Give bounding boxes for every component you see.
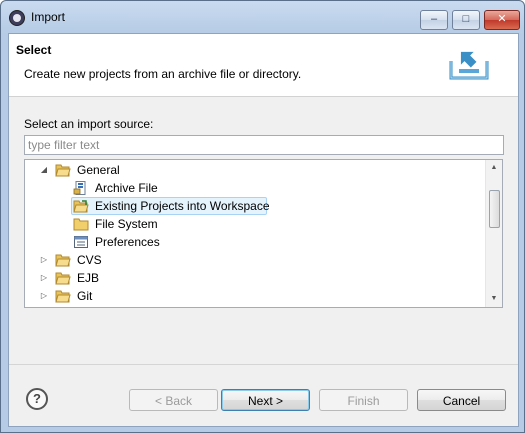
filter-input[interactable] — [24, 135, 504, 155]
title-bar[interactable]: Import – □ ✕ — [1, 1, 524, 33]
tree-item-general[interactable]: ◢ General — [25, 161, 225, 179]
tree-item-ejb[interactable]: ▷ EJB — [25, 269, 225, 287]
import-window: Import – □ ✕ Select Create new projects … — [0, 0, 525, 433]
import-source-tree[interactable]: ◢ General Archive File Existing Projects… — [24, 159, 503, 308]
tree-scrollbar[interactable]: ▲ ▼ — [485, 160, 502, 307]
tree-item-label: File System — [95, 217, 158, 231]
collapsed-arrow-icon[interactable]: ▷ — [39, 269, 49, 287]
tree-item-git[interactable]: ▷ Git — [25, 287, 225, 305]
minimize-button[interactable]: – — [420, 10, 448, 30]
folder-icon — [55, 272, 71, 285]
tree-item-existing-projects[interactable]: Existing Projects into Workspace — [71, 197, 270, 215]
eclipse-app-icon — [9, 10, 25, 26]
archive-file-icon — [73, 181, 86, 195]
existing-projects-icon — [73, 200, 89, 213]
dialog-body: Select Create new projects from an archi… — [8, 33, 519, 427]
tree-item-label: General — [77, 163, 120, 177]
cancel-button[interactable]: Cancel — [417, 389, 506, 411]
next-button[interactable]: Next > — [221, 389, 310, 411]
tree-item-cvs[interactable]: ▷ CVS — [25, 251, 225, 269]
finish-button[interactable]: Finish — [319, 389, 408, 411]
wizard-header: Select Create new projects from an archi… — [9, 34, 518, 97]
tree-item-file-system[interactable]: File System — [25, 215, 225, 233]
help-icon[interactable]: ? — [26, 388, 48, 410]
scroll-up-arrow-icon[interactable]: ▲ — [486, 160, 502, 176]
folder-open-icon — [55, 164, 71, 177]
back-button[interactable]: < Back — [129, 389, 218, 411]
tree-item-archive-file[interactable]: Archive File — [25, 179, 225, 197]
scrollbar-thumb[interactable] — [489, 190, 500, 228]
maximize-button[interactable]: □ — [452, 10, 480, 30]
tree-item-label: Archive File — [95, 181, 158, 195]
tree-item-label: Existing Projects into Workspace — [95, 199, 270, 213]
page-description: Create new projects from an archive file… — [24, 67, 302, 81]
tree-item-label: Git — [77, 289, 93, 303]
page-title: Select — [16, 43, 52, 57]
tree-item-label: EJB — [77, 271, 100, 285]
preferences-icon — [74, 236, 88, 248]
folder-icon — [55, 254, 71, 267]
folder-icon — [73, 218, 89, 231]
import-banner-icon — [449, 51, 489, 80]
tree-item-label: CVS — [77, 253, 102, 267]
tree-item-preferences[interactable]: Preferences — [25, 233, 225, 251]
footer-separator — [9, 364, 518, 365]
tree-item-label: Preferences — [95, 235, 160, 249]
folder-icon — [55, 290, 71, 303]
expanded-arrow-icon[interactable]: ◢ — [39, 161, 49, 179]
scroll-down-arrow-icon[interactable]: ▼ — [486, 291, 502, 307]
collapsed-arrow-icon[interactable]: ▷ — [39, 287, 49, 305]
import-source-label: Select an import source: — [24, 117, 154, 131]
window-title: Import — [31, 10, 66, 24]
collapsed-arrow-icon[interactable]: ▷ — [39, 251, 49, 269]
close-button[interactable]: ✕ — [484, 10, 520, 30]
